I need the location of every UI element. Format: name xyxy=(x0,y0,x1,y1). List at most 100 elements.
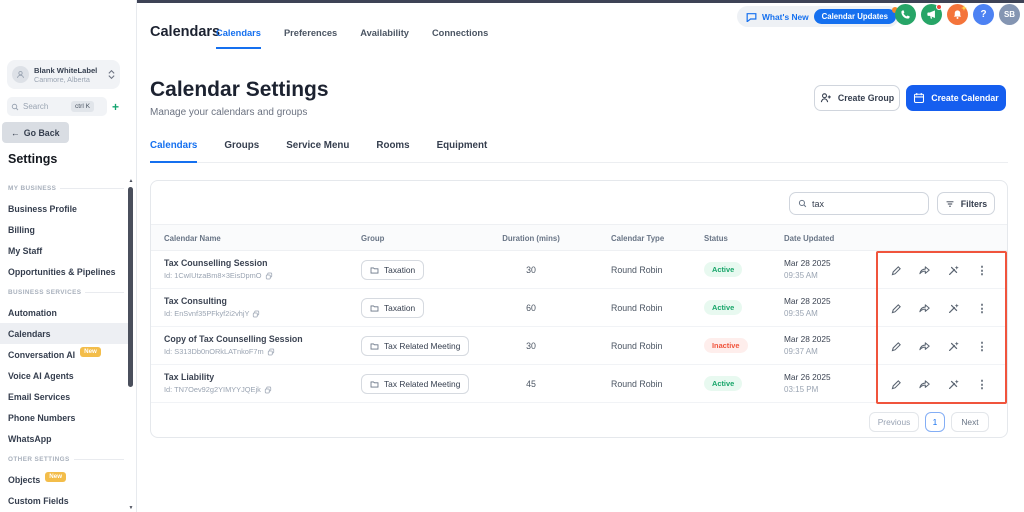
account-switcher[interactable]: Blank WhiteLabel Canmore, Alberta xyxy=(7,60,120,89)
topnav-tab-preferences[interactable]: Preferences xyxy=(284,28,337,49)
share-arrow-icon xyxy=(919,379,930,388)
row-actions: ⋮ xyxy=(881,289,997,327)
tab-groups[interactable]: Groups xyxy=(224,140,259,162)
column-date-updated: Date Updated xyxy=(784,234,835,243)
folder-icon xyxy=(370,380,379,388)
row-actions: ⋮ xyxy=(881,251,997,289)
copy-icon[interactable] xyxy=(267,348,275,356)
scrollbar-thumb[interactable] xyxy=(128,187,133,387)
announcements-button[interactable] xyxy=(921,4,942,25)
pagination-page-1[interactable]: 1 xyxy=(925,412,945,432)
section-label-other-settings: OTHER SETTINGS xyxy=(0,449,129,469)
tab-service-menu[interactable]: Service Menu xyxy=(286,140,349,162)
table-row: Copy of Tax Counselling Session Id: S313… xyxy=(151,327,1007,365)
more-options-button[interactable]: ⋮ xyxy=(974,262,990,278)
sidebar-search-input[interactable] xyxy=(23,102,67,111)
megaphone-icon xyxy=(927,10,935,19)
sidebar-item-voice-ai-agents[interactable]: Voice AI Agents xyxy=(0,365,129,386)
table-search-input[interactable] xyxy=(812,198,912,209)
sidebar-item-my-staff[interactable]: My Staff xyxy=(0,240,129,261)
tab-calendars[interactable]: Calendars xyxy=(150,140,198,163)
duration-value: 45 xyxy=(526,379,536,389)
page-title: Calendar Settings xyxy=(150,78,329,101)
create-group-button[interactable]: Create Group xyxy=(814,85,900,111)
duration-value: 30 xyxy=(526,341,536,351)
edit-button[interactable] xyxy=(888,338,904,354)
sidebar-item-custom-fields[interactable]: Custom Fields xyxy=(0,490,129,511)
tab-equipment[interactable]: Equipment xyxy=(437,140,488,162)
sidebar-item-conversation-ai[interactable]: Conversation AI New xyxy=(0,344,129,365)
table-row: Tax Liability Id: TN7Oev92g2YIMYYJQEjk T… xyxy=(151,365,1007,403)
tools-icon xyxy=(948,303,959,313)
tools-button[interactable] xyxy=(945,338,961,354)
help-button[interactable]: ? xyxy=(973,4,994,25)
user-avatar[interactable]: SB xyxy=(999,4,1020,25)
back-arrow-icon: ← xyxy=(11,127,20,138)
folder-icon xyxy=(370,266,379,274)
search-shortcut-kbd: ctrl K xyxy=(71,101,95,112)
sidebar-item-business-profile[interactable]: Business Profile xyxy=(0,198,129,219)
share-button[interactable] xyxy=(917,376,933,392)
topnav-tab-connections[interactable]: Connections xyxy=(432,28,488,49)
sidebar-item-opportunities-pipelines[interactable]: Opportunities & Pipelines xyxy=(0,261,129,282)
tools-button[interactable] xyxy=(945,300,961,316)
new-badge: New xyxy=(80,346,101,357)
sidebar-scrollbar[interactable]: ▲ ▼ xyxy=(127,178,135,512)
table-header-row: Calendar Name Group Duration (mins) Cale… xyxy=(151,224,1007,251)
chat-icon xyxy=(746,12,757,22)
phone-button[interactable] xyxy=(895,4,916,25)
calendar-type-value: Round Robin xyxy=(611,379,663,389)
pagination-next-button[interactable]: Next xyxy=(951,412,989,432)
topnav-title: Calendars xyxy=(150,24,221,40)
sidebar-item-objects[interactable]: Objects New xyxy=(0,469,129,490)
date-updated: Mar 26 2025 xyxy=(784,372,831,382)
search-icon xyxy=(11,103,19,110)
sidebar-item-billing[interactable]: Billing xyxy=(0,219,129,240)
calendar-name: Tax Consulting xyxy=(164,296,227,306)
scroll-down-icon[interactable]: ▼ xyxy=(127,505,135,512)
edit-button[interactable] xyxy=(888,300,904,316)
sidebar-item-calendars[interactable]: Calendars xyxy=(0,323,129,344)
copy-icon[interactable] xyxy=(265,272,273,280)
more-options-button[interactable]: ⋮ xyxy=(974,300,990,316)
create-calendar-button[interactable]: Create Calendar xyxy=(906,85,1006,111)
topnav-tab-availability[interactable]: Availability xyxy=(360,28,409,49)
whats-new-button[interactable]: What's New Calendar Updates xyxy=(737,6,899,27)
calendar-updates-button[interactable]: Calendar Updates xyxy=(813,7,898,24)
copy-icon[interactable] xyxy=(264,386,272,394)
account-avatar xyxy=(12,66,29,83)
sidebar-item-automation[interactable]: Automation xyxy=(0,302,129,323)
tools-button[interactable] xyxy=(945,376,961,392)
scroll-up-icon[interactable]: ▲ xyxy=(127,178,135,185)
sidebar-item-whatsapp[interactable]: WhatsApp xyxy=(0,428,129,449)
quick-add-button[interactable]: + xyxy=(112,101,119,113)
tools-button[interactable] xyxy=(945,262,961,278)
status-badge: Active xyxy=(704,300,743,315)
edit-button[interactable] xyxy=(888,262,904,278)
sidebar-item-phone-numbers[interactable]: Phone Numbers xyxy=(0,407,129,428)
topnav-tab-calendars[interactable]: Calendars xyxy=(216,28,261,49)
go-back-button[interactable]: ← Go Back xyxy=(2,122,69,143)
sidebar-item-email-services[interactable]: Email Services xyxy=(0,386,129,407)
notification-dot xyxy=(936,4,942,10)
sparkle-icon xyxy=(961,5,967,11)
pagination-previous-button[interactable]: Previous xyxy=(869,412,919,432)
share-button[interactable] xyxy=(917,262,933,278)
column-calendar-name: Calendar Name xyxy=(164,234,221,243)
filters-button[interactable]: Filters xyxy=(937,192,995,215)
time-updated: 09:35 AM xyxy=(784,271,818,280)
share-button[interactable] xyxy=(917,338,933,354)
more-options-button[interactable]: ⋮ xyxy=(974,376,990,392)
tab-rooms[interactable]: Rooms xyxy=(376,140,409,162)
more-options-button[interactable]: ⋮ xyxy=(974,338,990,354)
table-search[interactable] xyxy=(789,192,929,215)
edit-button[interactable] xyxy=(888,376,904,392)
calendar-id: Id: 1CwIUtzaBm8×3EisDpmO xyxy=(164,271,262,280)
row-actions: ⋮ xyxy=(881,365,997,403)
settings-sidebar: Blank WhiteLabel Canmore, Alberta ctrl K… xyxy=(0,0,137,512)
notifications-button[interactable] xyxy=(947,4,968,25)
share-button[interactable] xyxy=(917,300,933,316)
person-icon xyxy=(16,70,25,79)
sidebar-search[interactable]: ctrl K xyxy=(7,97,107,116)
copy-icon[interactable] xyxy=(252,310,260,318)
